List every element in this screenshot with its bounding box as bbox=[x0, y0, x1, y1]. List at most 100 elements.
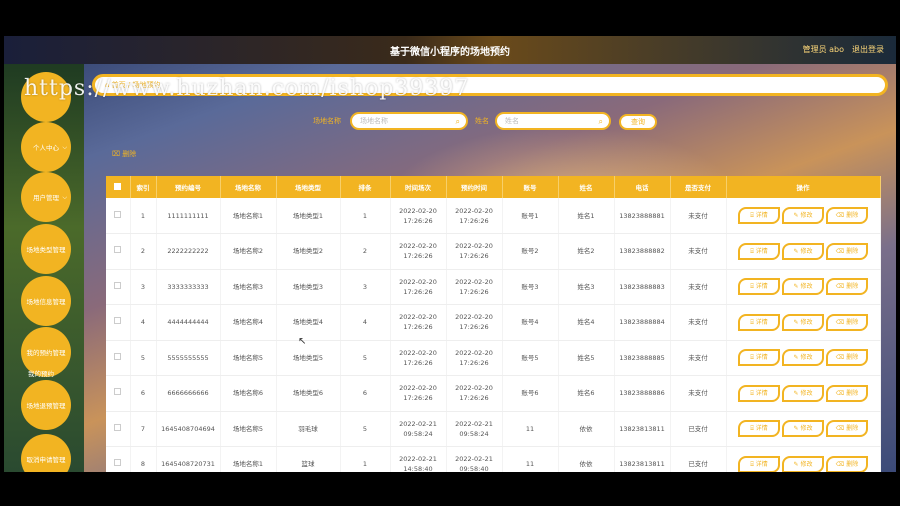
cell-num: 4 bbox=[340, 304, 391, 341]
cell-phone: 13823888883 bbox=[614, 269, 671, 305]
cell-name: 姓名6 bbox=[558, 375, 615, 412]
app-screen: 基于微信小程序的场地预约 管理员 abo 退出登录 个人中心 ⌵ 用户管理 ⌵ 场地类型… bbox=[4, 36, 896, 472]
delete-button[interactable]: ⌫ 删除 bbox=[826, 313, 868, 331]
cell-slot: 2022-02-20 17:26:26 bbox=[390, 340, 447, 376]
row-checkbox-cell[interactable] bbox=[106, 304, 131, 341]
row-checkbox-cell[interactable] bbox=[106, 375, 131, 412]
row-checkbox-cell[interactable] bbox=[106, 233, 131, 270]
column-header: 场地类型 bbox=[276, 176, 341, 198]
cell-idx: 2 bbox=[130, 233, 157, 270]
sidebar-item-label: 用户管理 bbox=[33, 194, 59, 202]
cell-slot: 2022-02-20 17:26:26 bbox=[390, 233, 447, 270]
sidebar-item[interactable]: 用户管理 ⌵ bbox=[21, 172, 71, 222]
column-header: 时间场次 bbox=[390, 176, 447, 198]
cell-venue: 场地名称5 bbox=[220, 411, 277, 447]
cell-paid: 已支付 bbox=[670, 411, 727, 447]
row-checkbox-cell[interactable] bbox=[106, 269, 131, 305]
cell-venue: 场地名称3 bbox=[220, 269, 277, 305]
chevron-down-icon: ⌵ bbox=[62, 144, 67, 151]
cell-venue: 场地名称1 bbox=[220, 198, 277, 234]
sidebar-item[interactable]: 场地信息管理 bbox=[21, 276, 71, 326]
row-checkbox-cell[interactable] bbox=[106, 340, 131, 376]
cell-name: 姓名4 bbox=[558, 304, 615, 341]
edit-button[interactable]: ✎ 修改 bbox=[782, 242, 824, 260]
detail-button[interactable]: ⌸ 详情 bbox=[738, 278, 780, 296]
cell-paid: 未支付 bbox=[670, 233, 727, 270]
column-header: 预约编号 bbox=[156, 176, 221, 198]
cell-type: 场地类型6 bbox=[276, 375, 341, 412]
detail-button[interactable]: ⌸ 详情 bbox=[738, 420, 780, 438]
cell-venue: 场地名称5 bbox=[220, 340, 277, 376]
edit-button[interactable]: ✎ 修改 bbox=[782, 207, 824, 224]
cell-no: 1645408704694 bbox=[156, 411, 221, 447]
table-row: 5 5555555555 场地名称5 场地类型5 5 2022-02-20 17:26:2… bbox=[106, 340, 881, 376]
sidebar-item-label: 场地退预管理 bbox=[26, 402, 66, 410]
venue-name-label: 场地名称 bbox=[313, 117, 341, 125]
cell-slot: 2022-02-20 17:26:26 bbox=[390, 269, 447, 305]
sidebar-item[interactable]: 场地类型管理 bbox=[21, 224, 71, 274]
row-checkbox[interactable] bbox=[114, 388, 122, 396]
delete-button[interactable]: ⌫ 删除 bbox=[826, 207, 868, 224]
delete-button[interactable]: ⌫ 删除 bbox=[826, 278, 868, 296]
sidebar-subitem-my-booking[interactable]: 我的预约 bbox=[28, 368, 54, 378]
row-checkbox[interactable] bbox=[114, 352, 122, 360]
row-checkbox[interactable] bbox=[114, 317, 122, 325]
cell-type: 场地类型1 bbox=[276, 198, 341, 234]
edit-button[interactable]: ✎ 修改 bbox=[782, 278, 824, 296]
detail-button[interactable]: ⌸ 详情 bbox=[738, 349, 780, 367]
checkbox-icon[interactable] bbox=[114, 182, 122, 190]
venue-name-input[interactable]: 场地名称 ⌕ bbox=[350, 112, 468, 130]
cell-account: 账号2 bbox=[502, 233, 559, 270]
delete-button[interactable]: ⌫ 删除 bbox=[826, 455, 868, 472]
batch-delete-button[interactable]: ⌧ 删除 bbox=[112, 149, 136, 159]
detail-button[interactable]: ⌸ 详情 bbox=[738, 242, 780, 260]
row-checkbox-cell[interactable] bbox=[106, 446, 131, 472]
table-row: 3 3333333333 场地名称3 场地类型3 3 2022-02-20 17:26:2… bbox=[106, 269, 881, 305]
cell-no: 5555555555 bbox=[156, 340, 221, 376]
edit-button[interactable]: ✎ 修改 bbox=[782, 349, 824, 367]
detail-button[interactable]: ⌸ 详情 bbox=[738, 313, 780, 331]
cell-phone: 13823888881 bbox=[614, 198, 671, 234]
sidebar-item[interactable]: 场地退预管理 bbox=[21, 380, 71, 430]
logout-link[interactable]: 退出登录 bbox=[852, 44, 884, 55]
cell-time: 2022-02-20 17:26:26 bbox=[446, 340, 503, 376]
cell-paid: 未支付 bbox=[670, 198, 727, 234]
delete-button[interactable]: ⌫ 删除 bbox=[826, 420, 868, 438]
cell-no: 4444444444 bbox=[156, 304, 221, 341]
edit-button[interactable]: ✎ 修改 bbox=[782, 313, 824, 331]
edit-button[interactable]: ✎ 修改 bbox=[782, 384, 824, 402]
cell-name: 依依 bbox=[558, 446, 615, 472]
delete-button[interactable]: ⌫ 删除 bbox=[826, 384, 868, 402]
detail-button[interactable]: ⌸ 详情 bbox=[738, 455, 780, 472]
table-row: 7 1645408704694 场地名称5 羽毛球 5 2022-02-21 09:58:… bbox=[106, 411, 881, 447]
detail-button[interactable]: ⌸ 详情 bbox=[738, 207, 780, 224]
edit-button[interactable]: ✎ 修改 bbox=[782, 420, 824, 438]
cell-type: 羽毛球 bbox=[276, 411, 341, 447]
row-checkbox[interactable] bbox=[114, 281, 122, 289]
query-button[interactable]: 查询 bbox=[619, 114, 657, 130]
cell-paid: 未支付 bbox=[670, 340, 727, 376]
row-checkbox-cell[interactable] bbox=[106, 198, 131, 234]
top-header: 基于微信小程序的场地预约 管理员 abo 退出登录 bbox=[4, 36, 896, 64]
row-actions: ⌸ 详情 ✎ 修改 ⌫ 删除 bbox=[726, 269, 881, 305]
cell-idx: 7 bbox=[130, 411, 157, 447]
select-all-checkbox[interactable] bbox=[106, 176, 131, 198]
detail-button[interactable]: ⌸ 详情 bbox=[738, 384, 780, 402]
row-checkbox[interactable] bbox=[114, 210, 122, 218]
row-checkbox-cell[interactable] bbox=[106, 411, 131, 447]
cell-venue: 场地名称6 bbox=[220, 375, 277, 412]
delete-button[interactable]: ⌫ 删除 bbox=[826, 349, 868, 367]
current-user[interactable]: 管理员 abo bbox=[803, 44, 844, 55]
edit-button[interactable]: ✎ 修改 bbox=[782, 455, 824, 472]
cell-time: 2022-02-20 17:26:26 bbox=[446, 198, 503, 234]
cell-type: 场地类型3 bbox=[276, 269, 341, 305]
cell-paid: 未支付 bbox=[670, 304, 727, 341]
row-checkbox[interactable] bbox=[114, 423, 122, 431]
delete-button[interactable]: ⌫ 删除 bbox=[826, 242, 868, 260]
cell-type: 场地类型2 bbox=[276, 233, 341, 270]
name-input[interactable]: 姓名 ⌕ bbox=[495, 112, 611, 130]
cell-num: 2 bbox=[340, 233, 391, 270]
row-checkbox[interactable] bbox=[114, 459, 122, 467]
row-checkbox[interactable] bbox=[114, 246, 122, 254]
cell-phone: 13823888885 bbox=[614, 340, 671, 376]
